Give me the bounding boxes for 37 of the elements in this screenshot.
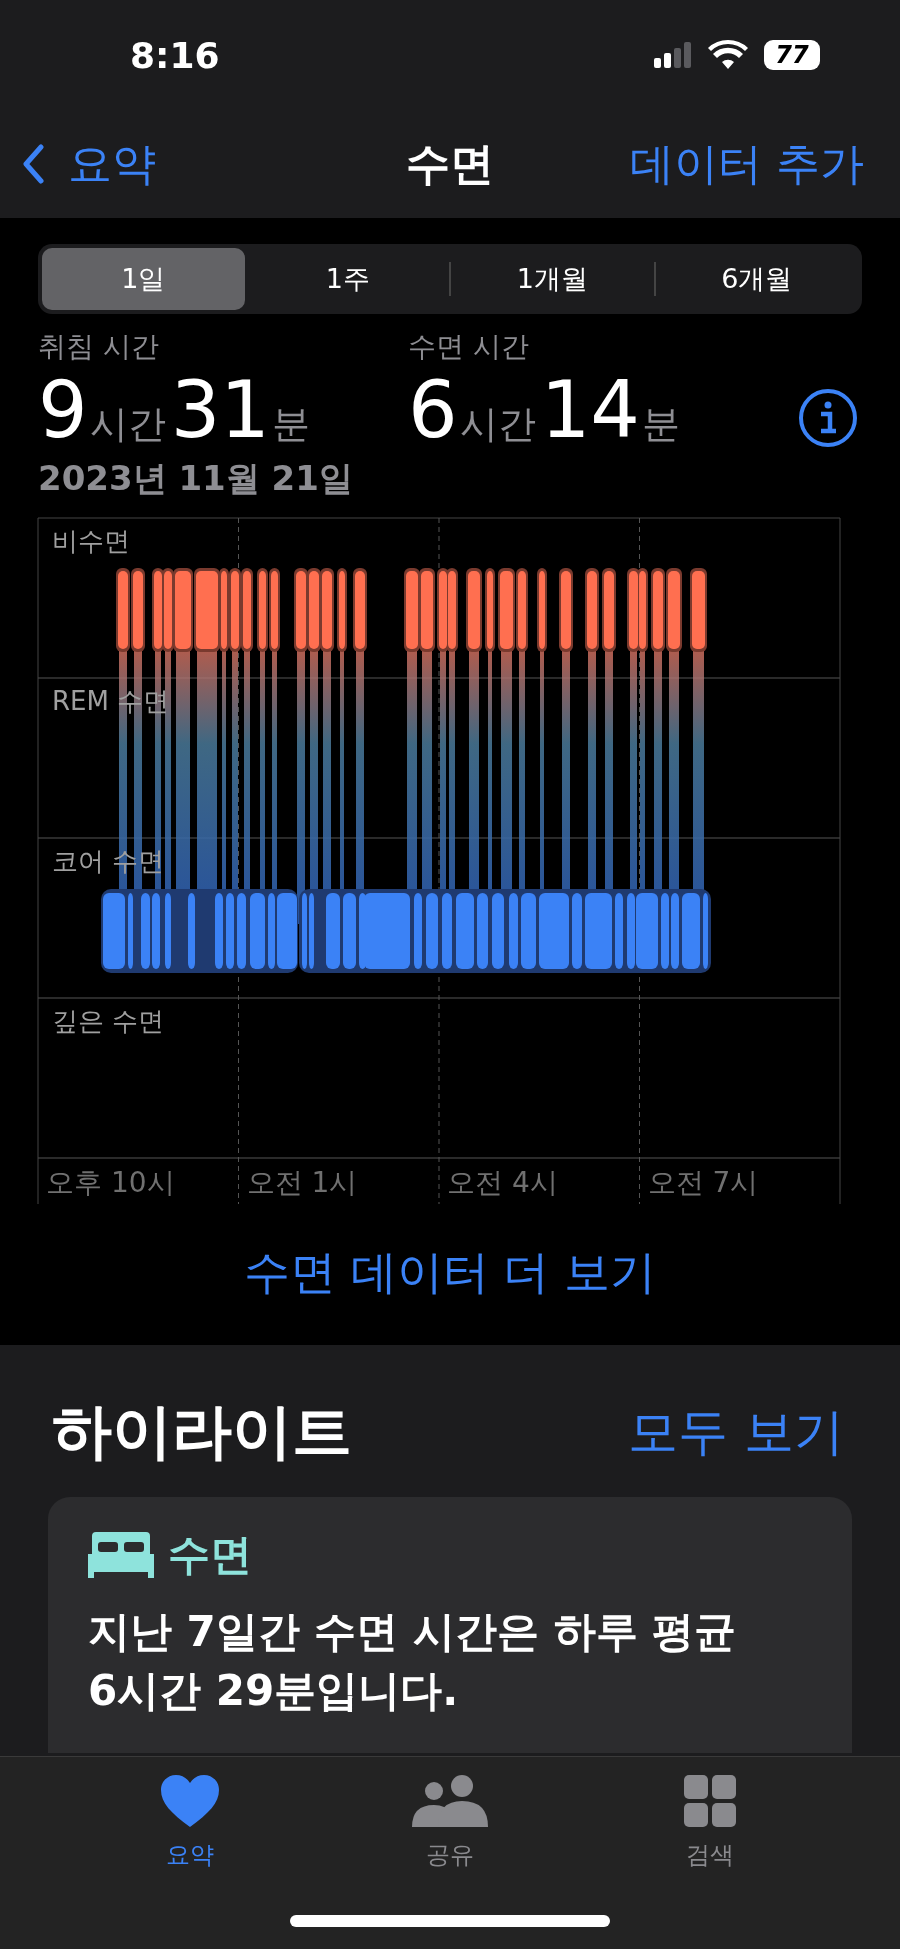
time-label: 오후 10시 <box>46 1165 175 1199</box>
period-tab[interactable]: 1개월 <box>451 248 654 310</box>
period-tab[interactable]: 6개월 <box>655 248 858 310</box>
card-text: 지난 7일간 수면 시간은 하루 평균 6시간 29분입니다. <box>88 1606 738 1717</box>
add-data-button[interactable]: 데이터 추가 <box>630 134 864 194</box>
nav-title: 수면 <box>406 136 494 191</box>
wifi-icon <box>708 40 748 70</box>
time-label: 오전 4시 <box>447 1165 558 1199</box>
status-time: 8:16 <box>130 34 220 76</box>
chevron-left-icon <box>22 144 44 184</box>
see-all-link[interactable]: 모두 보기 <box>628 1398 844 1466</box>
tab-item[interactable]: 공유 <box>370 1775 530 1871</box>
bed-icon <box>88 1532 154 1578</box>
time-label: 오전 1시 <box>246 1165 358 1199</box>
stage-label: 깊은 수면 <box>52 1005 165 1036</box>
period-tab[interactable]: 1일 <box>42 248 245 310</box>
stat-label: 수면 시간 <box>408 329 530 365</box>
info-icon[interactable] <box>798 388 858 448</box>
heart-icon <box>161 1775 219 1827</box>
card-category: 수면 <box>168 1529 252 1581</box>
period-tab[interactable]: 1주 <box>246 248 449 310</box>
section-title: 하이라이트 <box>52 1394 352 1468</box>
people-icon <box>412 1775 488 1827</box>
back-button[interactable]: 요약 <box>22 134 156 194</box>
tab-item[interactable]: 요약 <box>110 1775 270 1871</box>
date-label: 2023년 11월 21일 <box>37 456 354 500</box>
signal-icon <box>654 42 692 68</box>
stat-label: 취침 시간 <box>38 329 160 365</box>
stat-value: 6 시간 14 분 <box>408 366 681 456</box>
grid-icon <box>684 1775 736 1827</box>
time-label: 오전 7시 <box>647 1165 759 1199</box>
battery-icon: 77 <box>764 40 820 70</box>
stat-value: 9 시간 31 분 <box>38 366 311 456</box>
tab-item[interactable]: 검색 <box>630 1775 790 1871</box>
highlight-card[interactable]: 수면 지난 7일간 수면 시간은 하루 평균 6시간 29분입니다. <box>48 1497 852 1753</box>
more-data-link[interactable]: 수면 데이터 더 보기 <box>244 1241 656 1304</box>
stage-label: 비수면 <box>52 525 130 556</box>
